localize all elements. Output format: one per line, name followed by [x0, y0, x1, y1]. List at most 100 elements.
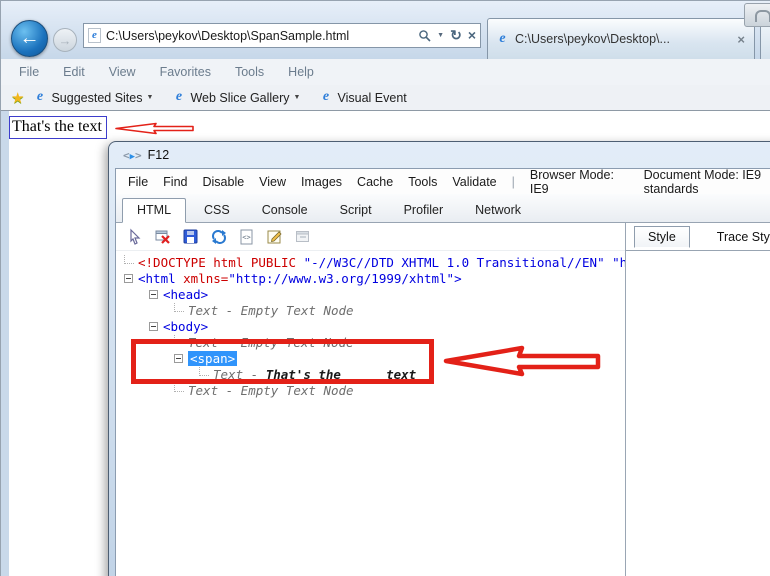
f12-menu-disable[interactable]: Disable	[202, 175, 244, 189]
menu-item-file[interactable]: File	[19, 65, 39, 79]
f12-content: <> <!DOCTYPE html PUBLIC "-//W3C//DTD XH…	[116, 223, 770, 576]
f12-right-pane: Style Trace Styles	[625, 223, 770, 576]
f12-menu-file[interactable]: File	[128, 175, 148, 189]
f12-tab-css[interactable]: CSS	[190, 199, 244, 222]
chevron-down-icon[interactable]: ▼	[294, 94, 301, 101]
f12-menu-separator: |	[511, 174, 515, 189]
annotation-rectangle	[131, 339, 434, 384]
save-icon[interactable]	[182, 228, 200, 246]
f12-menu-tools[interactable]: Tools	[408, 175, 437, 189]
f12-window-icon: <▶>	[123, 148, 142, 162]
tree-text-segment: Text - Empty Text Node	[188, 302, 354, 318]
tree-text-segment: "-//W3C//DTD XHTML 1.0 Transitional//EN"…	[303, 254, 625, 270]
tree-node[interactable]: <html xmlns= "http://www.w3.org/1999/xhtm…	[116, 270, 625, 286]
tree-text-segment: "http://www.w3.org/1999/xhtml"	[228, 270, 455, 286]
address-bar[interactable]: C:\Users\peykov\Desktop\SpanSample.html …	[83, 23, 481, 48]
svg-text:<>: <>	[242, 233, 250, 241]
f12-menu-cache[interactable]: Cache	[357, 175, 393, 189]
tree-connector	[124, 254, 134, 264]
tree-text-segment: <body>	[163, 318, 209, 334]
dom-tree: <!DOCTYPE html PUBLIC "-//W3C//DTD XHTML…	[116, 251, 625, 576]
select-element-icon[interactable]	[126, 228, 144, 246]
clear-cache-icon[interactable]	[154, 228, 172, 246]
tree-text-segment: <head>	[163, 286, 209, 302]
forward-button[interactable]: →	[53, 28, 77, 52]
favorites-star-icon[interactable]: ★	[11, 89, 24, 107]
tree-text-segment: <!DOCTYPE html PUBLIC	[138, 254, 304, 270]
view-source-icon[interactable]: <>	[238, 228, 256, 246]
f12-window-title: F12	[147, 148, 170, 162]
refresh-icon[interactable]	[210, 228, 228, 246]
window-button-partial[interactable]	[744, 3, 770, 27]
tab-title: C:\Users\peykov\Desktop\...	[515, 32, 670, 46]
f12-tab-html[interactable]: HTML	[122, 198, 187, 223]
pin-window-icon[interactable]	[294, 228, 312, 246]
tree-text-segment: Text - Empty Text Node	[188, 382, 354, 398]
tree-connector	[174, 302, 184, 312]
style-tab-trace-styles[interactable]: Trace Styles	[704, 227, 770, 247]
menu-item-edit[interactable]: Edit	[63, 65, 85, 79]
menu-item-tools[interactable]: Tools	[235, 65, 264, 79]
f12-tab-script[interactable]: Script	[326, 199, 386, 222]
tree-text-segment: >	[454, 270, 462, 286]
stop-icon[interactable]	[468, 27, 476, 45]
f12-menu-view[interactable]: View	[259, 175, 286, 189]
f12-menu-items: File Find Disable View Images Cache Tools Valid…	[128, 175, 497, 189]
search-dropdown-icon[interactable]: ▼	[437, 32, 444, 39]
menu-item-help[interactable]: Help	[288, 65, 314, 79]
favorites-item-label: Web Slice Gallery	[190, 90, 290, 105]
browser-menubar: File Edit View Favorites Tools Help	[1, 59, 770, 85]
browser-mode-menu[interactable]: Browser Mode: IE9	[530, 168, 629, 196]
address-url[interactable]: C:\Users\peykov\Desktop\SpanSample.html	[106, 29, 418, 43]
f12-menu-find[interactable]: Find	[163, 175, 187, 189]
tree-node[interactable]: <head>	[116, 286, 625, 302]
ie-favicon	[32, 90, 47, 105]
back-button[interactable]: ←	[11, 20, 48, 57]
f12-tab-profiler[interactable]: Profiler	[390, 199, 458, 222]
screenshot-root: ← → C:\Users\peykov\Desktop\SpanSample.h…	[0, 0, 770, 576]
tree-node[interactable]: <!DOCTYPE html PUBLIC "-//W3C//DTD XHTML…	[116, 254, 625, 270]
f12-menubar: File Find Disable View Images Cache Tools Valid…	[116, 168, 770, 196]
f12-menu-images[interactable]: Images	[301, 175, 342, 189]
f12-tab-network[interactable]: Network	[461, 199, 535, 222]
ie-favicon	[318, 90, 333, 105]
browser-tab[interactable]: C:\Users\peykov\Desktop\... ×	[487, 18, 755, 59]
edit-icon[interactable]	[266, 228, 284, 246]
tab-close-icon[interactable]: ×	[735, 32, 747, 47]
favorites-item-suggested-sites[interactable]: Suggested Sites ▼	[32, 90, 153, 105]
tree-node[interactable]: <body>	[116, 318, 625, 334]
favorites-bar: ★ Suggested Sites ▼ Web Slice Gallery ▼ Visu…	[1, 85, 770, 111]
browser-chrome: ← → C:\Users\peykov\Desktop\SpanSample.h…	[1, 1, 770, 59]
expander-collapse-icon[interactable]	[149, 321, 158, 331]
style-tab-strip: Style Trace Styles	[626, 223, 770, 251]
span-text-highlighted: That's the text	[9, 116, 107, 139]
f12-toolbar: <>	[116, 223, 625, 251]
tree-text-segment: xmlns=	[183, 270, 229, 286]
annotation-big-arrow	[443, 345, 601, 377]
chevron-down-icon[interactable]: ▼	[147, 94, 154, 101]
ie-tab-icon	[495, 32, 510, 47]
expander-collapse-icon[interactable]	[149, 289, 158, 299]
f12-tab-console[interactable]: Console	[248, 199, 322, 222]
favorites-item-web-slice-gallery[interactable]: Web Slice Gallery ▼	[171, 90, 300, 105]
favorites-item-visual-event[interactable]: Visual Event	[318, 90, 406, 105]
search-icon[interactable]	[418, 29, 431, 42]
favorites-item-label: Suggested Sites	[51, 90, 143, 105]
f12-left-pane: <> <!DOCTYPE html PUBLIC "-//W3C//DTD XH…	[116, 223, 625, 576]
document-mode-menu[interactable]: Document Mode: IE9 standards	[644, 168, 770, 196]
tree-node[interactable]: Text - Empty Text Node	[116, 302, 625, 318]
menu-item-view[interactable]: View	[109, 65, 136, 79]
f12-titlebar[interactable]: <▶> F12	[115, 142, 770, 168]
menu-item-favorites[interactable]: Favorites	[160, 65, 211, 79]
tree-node[interactable]: Text - Empty Text Node	[116, 382, 625, 398]
style-pane-empty	[626, 251, 770, 576]
refresh-icon[interactable]	[450, 27, 462, 45]
f12-menu-validate[interactable]: Validate	[452, 175, 496, 189]
tree-text-segment: <html	[138, 270, 184, 286]
f12-tab-strip: HTML CSS Console Script Profiler Network	[116, 194, 770, 223]
ie-favicon	[171, 90, 186, 105]
expander-collapse-icon[interactable]	[124, 273, 133, 283]
style-tab-style[interactable]: Style	[634, 226, 690, 248]
annotation-small-arrow	[115, 122, 194, 135]
favorites-item-label: Visual Event	[337, 90, 407, 105]
